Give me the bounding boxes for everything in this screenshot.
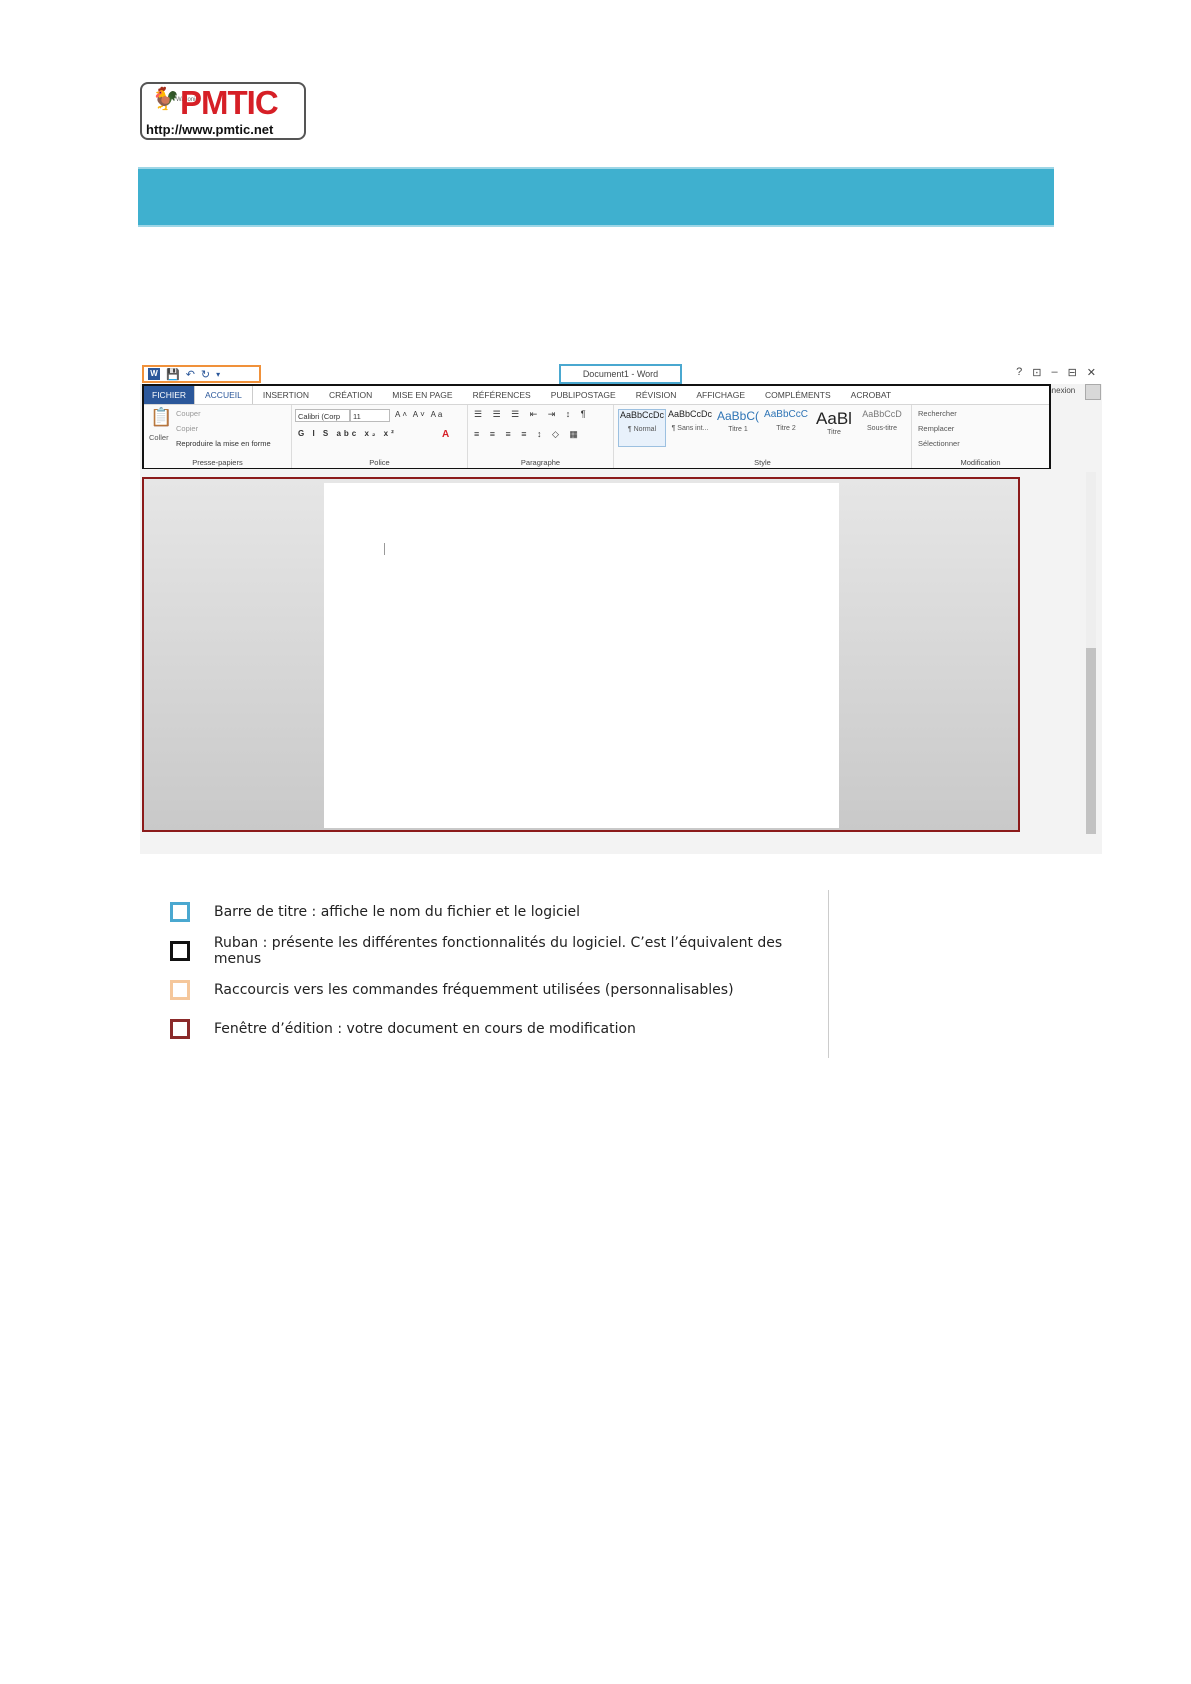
redo-icon[interactable]: ↻ bbox=[201, 368, 210, 381]
ribbon-tabs: FICHIER ACCUEIL INSERTION CRÉATION MISE … bbox=[144, 386, 1049, 404]
tab-accueil[interactable]: ACCUEIL bbox=[194, 386, 253, 404]
window-controls: ? ⊡ – ⊟ ✕ bbox=[1016, 366, 1096, 379]
style-normal[interactable]: AaBbCcDc ¶ Normal bbox=[618, 409, 666, 447]
group-label-paragraph: Paragraphe bbox=[520, 458, 561, 467]
style-sous-titre[interactable]: AaBbCcD Sous-titre bbox=[858, 409, 906, 447]
close-icon[interactable]: ✕ bbox=[1087, 366, 1096, 379]
style-name: ¶ Sans int... bbox=[671, 425, 709, 432]
style-name: Titre 2 bbox=[776, 425, 796, 432]
copy-button[interactable]: Copier bbox=[176, 424, 198, 433]
legend-swatch-blue bbox=[170, 902, 190, 922]
format-painter-button[interactable]: Reproduire la mise en forme bbox=[176, 439, 271, 448]
style-sans-interligne[interactable]: AaBbCcDc ¶ Sans int... bbox=[666, 409, 714, 447]
style-titre-1[interactable]: AaBbC( Titre 1 bbox=[714, 409, 762, 447]
avatar[interactable] bbox=[1085, 384, 1101, 400]
group-label-clipboard: Presse-papiers bbox=[192, 458, 243, 467]
style-sample: AaBl bbox=[816, 409, 852, 428]
document-page[interactable] bbox=[324, 483, 839, 828]
legend-item-shortcuts: Raccourcis vers les commandes fréquemmen… bbox=[170, 978, 734, 1002]
style-sample: AaBbCcDc bbox=[667, 409, 712, 419]
legend-item-ribbon: Ruban : présente les différentes fonctio… bbox=[170, 935, 828, 967]
group-font: Calibri (Corp 11 A˄ A˅ Aa G I S abc x₂ x… bbox=[292, 405, 468, 468]
style-name: Titre bbox=[827, 429, 841, 436]
word-icon[interactable]: W bbox=[148, 368, 160, 380]
tab-complements[interactable]: COMPLÉMENTS bbox=[755, 386, 841, 404]
minimize-icon[interactable]: – bbox=[1051, 366, 1057, 379]
quick-access-toolbar: W 💾 ↶ ↻ ▾ bbox=[142, 365, 261, 383]
legend-text: Fenêtre d’édition : votre document en co… bbox=[214, 1021, 636, 1037]
save-icon[interactable]: 💾 bbox=[166, 368, 180, 381]
style-name: Titre 1 bbox=[728, 426, 748, 433]
font-color-icon[interactable]: A bbox=[442, 429, 449, 440]
title-bar: W 💾 ↶ ↻ ▾ Document1 - Word ? ⊡ – ⊟ ✕ bbox=[140, 364, 1102, 384]
font-size-field[interactable]: 11 bbox=[350, 409, 390, 422]
tab-references[interactable]: RÉFÉRENCES bbox=[463, 386, 541, 404]
legend-text: Raccourcis vers les commandes fréquemmen… bbox=[214, 982, 734, 998]
cut-button[interactable]: Couper bbox=[176, 409, 201, 418]
font-style-buttons[interactable]: G I S abc x₂ x² bbox=[298, 429, 397, 438]
legend-text: Ruban : présente les différentes fonctio… bbox=[213, 935, 783, 967]
tab-publipostage[interactable]: PUBLIPOSTAGE bbox=[541, 386, 626, 404]
legend-item-editing-window: Fenêtre d’édition : votre document en co… bbox=[170, 1017, 636, 1041]
header-band bbox=[138, 167, 1054, 227]
tab-insertion[interactable]: INSERTION bbox=[253, 386, 319, 404]
style-name: ¶ Normal bbox=[627, 426, 657, 433]
legend-item-title-bar: Barre de titre : affiche le nom du fichi… bbox=[170, 900, 580, 924]
tab-acrobat[interactable]: ACROBAT bbox=[841, 386, 901, 404]
text-cursor bbox=[384, 543, 385, 555]
align-buttons[interactable]: ≡ ≡ ≡ ≡ ↕ ◇ ▦ bbox=[474, 429, 582, 440]
document-title: Document1 - Word bbox=[559, 364, 682, 384]
help-icon[interactable]: ? bbox=[1016, 366, 1022, 379]
replace-button[interactable]: Remplacer bbox=[918, 424, 954, 433]
style-sample: AaBbCcD bbox=[862, 409, 902, 419]
tab-affichage[interactable]: AFFICHAGE bbox=[686, 386, 755, 404]
customize-icon[interactable]: ▾ bbox=[216, 370, 220, 379]
scrollbar-thumb[interactable] bbox=[1086, 648, 1096, 834]
ribbon: FICHIER ACCUEIL INSERTION CRÉATION MISE … bbox=[142, 384, 1051, 469]
find-button[interactable]: Rechercher bbox=[918, 409, 957, 418]
style-sample: AaBbC( bbox=[716, 409, 760, 423]
font-size-buttons[interactable]: A˄ A˅ Aa bbox=[395, 410, 444, 419]
undo-icon[interactable]: ↶ bbox=[186, 368, 195, 381]
group-editing: Rechercher Remplacer Sélectionner Modifi… bbox=[912, 405, 1049, 468]
logo-url: http://www.pmtic.net bbox=[146, 122, 274, 137]
legend: Barre de titre : affiche le nom du fichi… bbox=[150, 890, 829, 1058]
group-label-editing: Modification bbox=[960, 458, 1001, 467]
ribbon-groups: 📋 Coller Couper Copier Reproduire la mis… bbox=[144, 404, 1049, 468]
style-sample: AaBbCcDc bbox=[619, 410, 664, 420]
logo-brand: PMTIC bbox=[180, 84, 279, 121]
select-button[interactable]: Sélectionner bbox=[918, 439, 960, 448]
tab-fichier[interactable]: FICHIER bbox=[144, 386, 194, 404]
group-clipboard: 📋 Coller Couper Copier Reproduire la mis… bbox=[144, 405, 292, 468]
tab-revision[interactable]: RÉVISION bbox=[626, 386, 687, 404]
pmtic-logo: 🐓 Wallonie PMTIC http://www.pmtic.net bbox=[140, 82, 306, 140]
style-sample: AaBbCcC bbox=[764, 409, 808, 420]
legend-swatch-red bbox=[170, 1019, 190, 1039]
style-titre-2[interactable]: AaBbCcC Titre 2 bbox=[762, 409, 810, 447]
style-name: Sous-titre bbox=[867, 425, 897, 432]
legend-swatch-black bbox=[170, 941, 190, 961]
ribbon-display-icon[interactable]: ⊡ bbox=[1032, 366, 1041, 379]
group-label-styles: Style bbox=[754, 458, 771, 467]
word-window: W 💾 ↶ ↻ ▾ Document1 - Word ? ⊡ – ⊟ ✕ Con… bbox=[140, 364, 1102, 854]
font-name-field[interactable]: Calibri (Corp bbox=[295, 409, 350, 422]
style-titre[interactable]: AaBl Titre bbox=[810, 409, 858, 447]
editing-window bbox=[142, 477, 1020, 832]
tab-creation[interactable]: CRÉATION bbox=[319, 386, 382, 404]
vertical-scrollbar[interactable] bbox=[1086, 472, 1096, 834]
group-label-font: Police bbox=[369, 458, 390, 467]
group-styles: AaBbCcDc ¶ Normal AaBbCcDc ¶ Sans int...… bbox=[614, 405, 912, 468]
group-paragraph: ☰ ☰ ☰ ⇤ ⇥ ↕ ¶ ≡ ≡ ≡ ≡ ↕ ◇ ▦ Paragraphe bbox=[468, 405, 614, 468]
legend-text: Barre de titre : affiche le nom du fichi… bbox=[214, 904, 581, 920]
paste-icon[interactable]: 📋 bbox=[150, 407, 172, 428]
list-buttons[interactable]: ☰ ☰ ☰ ⇤ ⇥ ↕ ¶ bbox=[474, 409, 590, 420]
paste-button[interactable]: Coller bbox=[149, 433, 169, 442]
tab-mise-en-page[interactable]: MISE EN PAGE bbox=[382, 386, 462, 404]
legend-swatch-orange bbox=[170, 980, 190, 1000]
maximize-icon[interactable]: ⊟ bbox=[1068, 366, 1077, 379]
